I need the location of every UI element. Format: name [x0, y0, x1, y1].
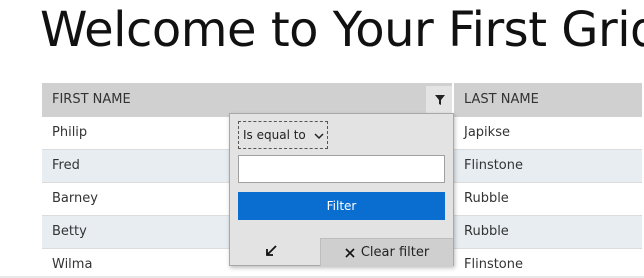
- cell-last-name: Rubble: [464, 191, 509, 206]
- cell-last-name: Japikse: [464, 125, 510, 140]
- close-icon: [345, 247, 355, 258]
- column-header-last-name[interactable]: LAST NAME: [454, 83, 642, 117]
- cell-last-name: Flinstone: [464, 257, 524, 272]
- column-header-label: FIRST NAME: [52, 92, 131, 107]
- filter-popup: Is equal to Filter Clear filter: [229, 113, 454, 266]
- cell-last-name: Rubble: [464, 224, 509, 239]
- clear-filter-label: Clear filter: [360, 245, 430, 260]
- page-title: Welcome to Your First Grid: [40, 2, 644, 58]
- arrow-down-left-icon: [266, 245, 277, 256]
- filter-operator-select[interactable]: Is equal to: [238, 121, 328, 149]
- filter-operator-value: Is equal to: [243, 128, 306, 142]
- column-header-label: LAST NAME: [464, 92, 539, 107]
- filter-value-input[interactable]: [238, 155, 445, 183]
- collapse-button[interactable]: [258, 242, 284, 260]
- cell-last-name: Flinstone: [464, 158, 524, 173]
- clear-filter-button[interactable]: Clear filter: [320, 238, 453, 266]
- filter-funnel-icon: [435, 95, 445, 105]
- column-filter-button[interactable]: [426, 86, 454, 114]
- chevron-down-icon: [314, 123, 324, 149]
- column-header-first-name[interactable]: FIRST NAME: [42, 83, 454, 117]
- filter-apply-button[interactable]: Filter: [238, 192, 445, 220]
